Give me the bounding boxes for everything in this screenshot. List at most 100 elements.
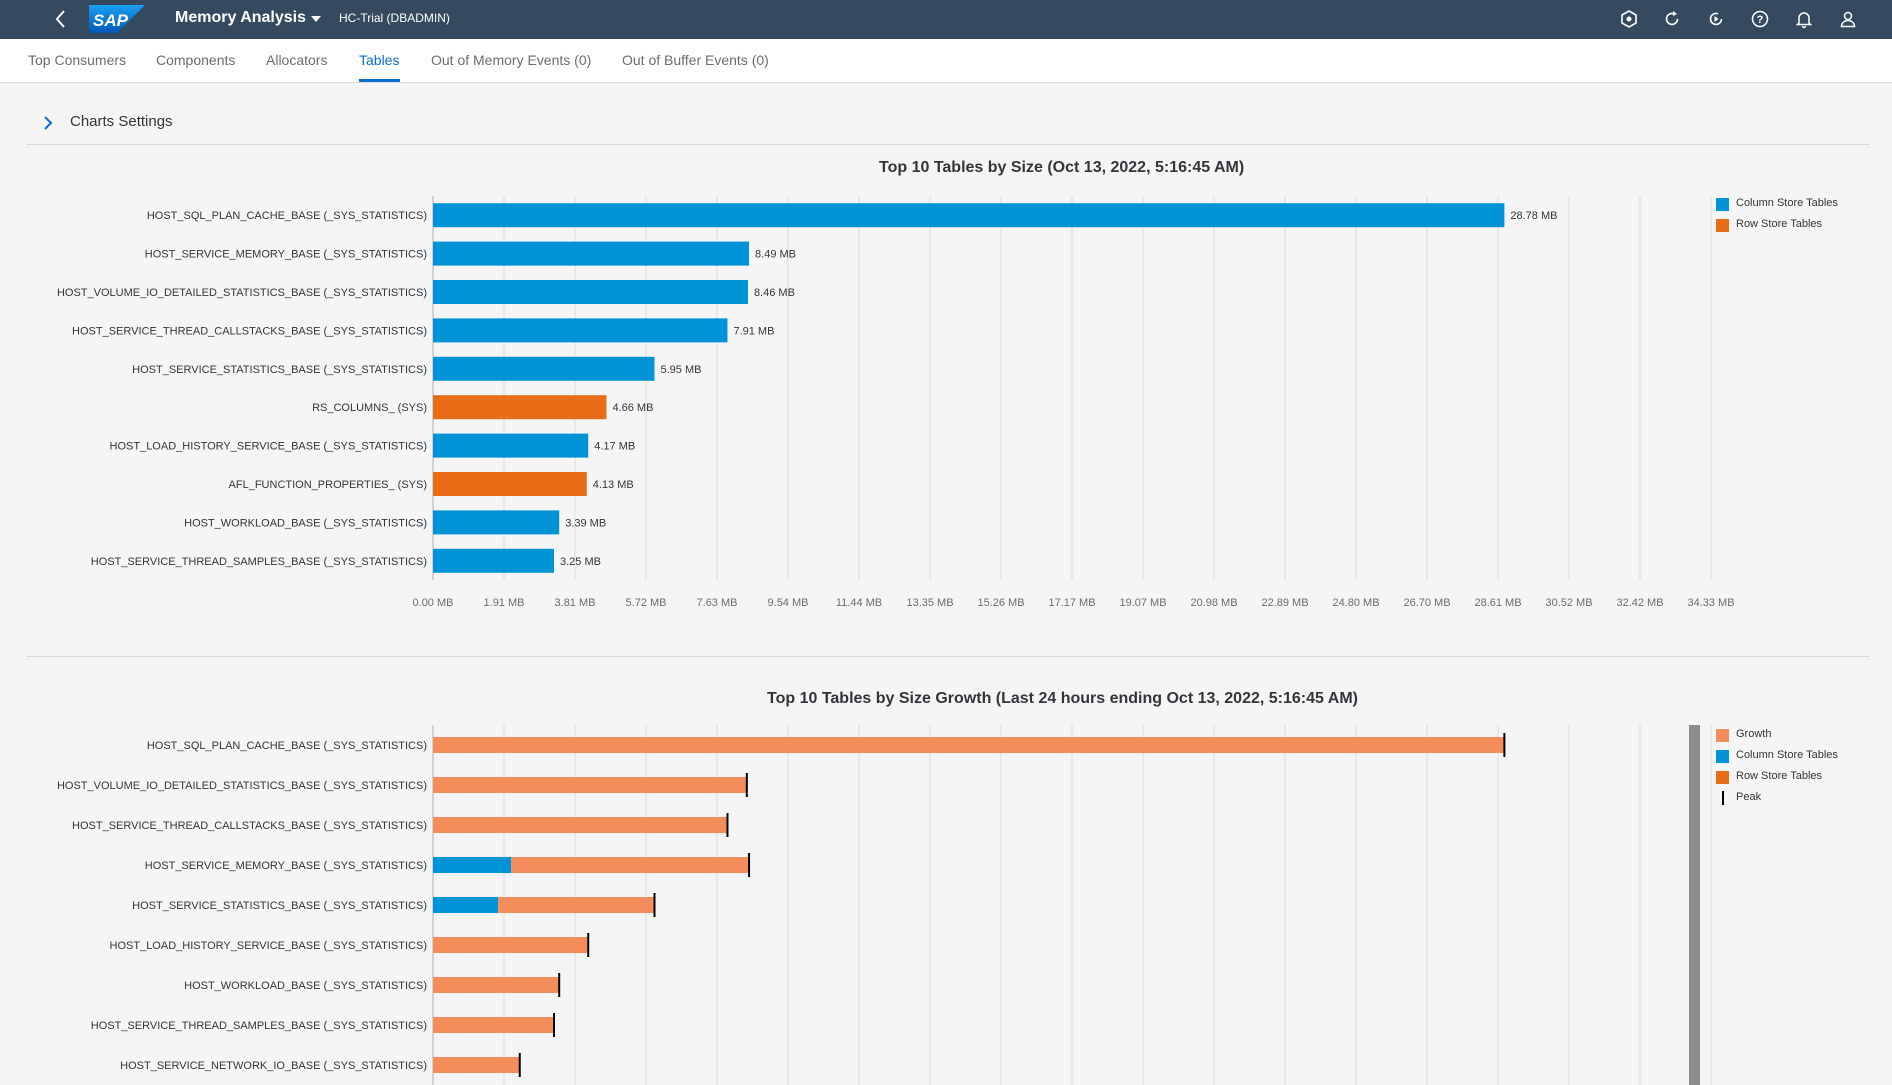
bar (433, 395, 607, 420)
data-label: 8.49 MB (755, 249, 796, 261)
x-tick-label: 34.33 MB (1687, 597, 1734, 609)
bar-column-store (433, 897, 499, 913)
data-label: 5.95 MB (661, 364, 702, 376)
category-label: HOST_WORKLOAD_BASE (_SYS_STATISTICS) (184, 517, 427, 529)
x-tick-label: 32.42 MB (1616, 597, 1663, 609)
category-label: HOST_SERVICE_THREAD_SAMPLES_BASE (_SYS_S… (91, 556, 427, 568)
category-label: AFL_FUNCTION_PROPERTIES_ (SYS) (229, 479, 427, 491)
x-tick-label: 3.81 MB (555, 597, 596, 609)
divider (26, 144, 1870, 145)
help-icon[interactable]: ? (1750, 9, 1770, 29)
system-label: HC-Trial (DBADMIN) (339, 11, 450, 25)
category-label: HOST_SERVICE_STATISTICS_BASE (_SYS_STATI… (132, 900, 427, 912)
bar (433, 203, 1505, 228)
caret-down-icon[interactable] (310, 14, 322, 24)
chart-top-tables-by-growth: HOST_SQL_PLAN_CACHE_BASE (_SYS_STATISTIC… (57, 725, 1712, 1085)
data-label: 4.17 MB (594, 441, 635, 453)
notifications-icon[interactable] (1794, 9, 1814, 29)
plugin-icon[interactable] (1619, 9, 1639, 29)
divider (26, 656, 1870, 657)
category-label: HOST_SQL_PLAN_CACHE_BASE (_SYS_STATISTIC… (147, 740, 427, 752)
bar-growth (433, 937, 589, 953)
auto-refresh-icon[interactable] (1706, 9, 1726, 29)
category-label: HOST_VOLUME_IO_DETAILED_STATISTICS_BASE … (57, 287, 427, 299)
x-tick-label: 22.89 MB (1261, 597, 1308, 609)
data-label: 7.91 MB (733, 325, 774, 337)
bar (433, 318, 728, 343)
category-label: HOST_VOLUME_IO_DETAILED_STATISTICS_BASE … (57, 780, 427, 792)
x-tick-label: 17.17 MB (1048, 597, 1095, 609)
data-label: 3.25 MB (560, 556, 601, 568)
bar (433, 548, 554, 573)
bar-growth (433, 737, 1505, 753)
x-tick-label: 1.91 MB (484, 597, 525, 609)
data-label: 28.78 MB (1510, 210, 1557, 222)
chart-top-tables-by-size: 0.00 MB 1.91 MB 3.81 MB 5.72 MB 7.63 MB 9.54 … (57, 196, 1735, 609)
category-label: HOST_SERVICE_NETWORK_IO_BASE (_SYS_STATI… (120, 1060, 427, 1072)
x-tick-label: 15.26 MB (977, 597, 1024, 609)
bar-growth (433, 1057, 520, 1073)
tab-allocators[interactable]: Allocators (266, 52, 327, 68)
category-label: RS_COLUMNS_ (SYS) (312, 402, 427, 414)
category-label: HOST_SERVICE_THREAD_SAMPLES_BASE (_SYS_S… (91, 1020, 427, 1032)
shell-bar: SAP Memory Analysis HC-Trial (DBADMIN) ? (0, 0, 1892, 39)
refresh-icon[interactable] (1662, 9, 1682, 29)
category-label: HOST_LOAD_HISTORY_SERVICE_BASE (_SYS_STA… (110, 441, 427, 453)
tab-bar: Top Consumers Components Allocators Tabl… (0, 39, 1892, 83)
active-tab-indicator (359, 79, 400, 82)
bar (433, 510, 560, 535)
bar (433, 433, 589, 458)
chevron-right-icon (44, 116, 53, 130)
x-tick-label: 28.61 MB (1474, 597, 1521, 609)
charts-settings-label: Charts Settings (70, 113, 173, 130)
category-label: HOST_LOAD_HISTORY_SERVICE_BASE (_SYS_STA… (110, 940, 427, 952)
charts-settings-toggle[interactable]: Charts Settings (40, 110, 240, 136)
data-label: 8.46 MB (754, 287, 795, 299)
bar-column-store (433, 857, 512, 873)
bar-growth (433, 817, 728, 833)
x-tick-label: 20.98 MB (1190, 597, 1237, 609)
x-tick-label: 26.70 MB (1403, 597, 1450, 609)
tab-out-of-buffer-events[interactable]: Out of Buffer Events (0) (622, 52, 769, 68)
category-label: HOST_WORKLOAD_BASE (_SYS_STATISTICS) (184, 980, 427, 992)
data-label: 3.39 MB (565, 517, 606, 529)
bar-growth (511, 857, 750, 873)
bar-growth (433, 777, 747, 793)
x-tick-label: 11.44 MB (836, 597, 882, 609)
tab-components[interactable]: Components (156, 52, 235, 68)
bar (433, 241, 750, 266)
x-tick-label: 7.63 MB (697, 597, 738, 609)
chart-title-size: Top 10 Tables by Size (Oct 13, 2022, 5:1… (879, 159, 1245, 176)
user-icon[interactable] (1838, 9, 1858, 29)
x-tick-label: 19.07 MB (1119, 597, 1166, 609)
tab-top-consumers[interactable]: Top Consumers (28, 52, 126, 68)
category-label: HOST_SERVICE_MEMORY_BASE (_SYS_STATISTIC… (145, 249, 427, 261)
chart-title-growth: Top 10 Tables by Size Growth (Last 24 ho… (767, 690, 1358, 707)
back-icon[interactable] (50, 7, 72, 31)
bar-growth (433, 977, 560, 993)
tab-out-of-memory-events[interactable]: Out of Memory Events (0) (431, 52, 591, 68)
category-label: HOST_SERVICE_STATISTICS_BASE (_SYS_STATI… (132, 364, 427, 376)
data-label: 4.66 MB (612, 402, 653, 414)
data-label: 4.13 MB (593, 479, 634, 491)
x-tick-label: 5.72 MB (626, 597, 667, 609)
app-title[interactable]: Memory Analysis (175, 9, 306, 27)
category-label: HOST_SERVICE_THREAD_CALLSTACKS_BASE (_SY… (72, 820, 427, 832)
bar (433, 280, 748, 304)
bar-growth (433, 1017, 554, 1033)
bar (433, 356, 655, 381)
chart-scrollbar[interactable] (1689, 725, 1700, 1085)
category-label: HOST_SQL_PLAN_CACHE_BASE (_SYS_STATISTIC… (147, 210, 427, 222)
category-label: HOST_SERVICE_THREAD_CALLSTACKS_BASE (_SY… (72, 325, 427, 337)
svg-text:?: ? (1757, 14, 1764, 26)
tab-tables[interactable]: Tables (359, 52, 399, 68)
x-tick-label: 13.35 MB (906, 597, 953, 609)
category-label: HOST_SERVICE_MEMORY_BASE (_SYS_STATISTIC… (145, 860, 427, 872)
x-tick-label: 0.00 MB (413, 597, 454, 609)
svg-text:SAP: SAP (93, 11, 129, 30)
x-tick-label: 30.52 MB (1545, 597, 1592, 609)
x-tick-label: 9.54 MB (768, 597, 809, 609)
x-tick-label: 24.80 MB (1332, 597, 1379, 609)
bar-growth (498, 897, 655, 913)
sap-logo[interactable]: SAP (89, 5, 145, 33)
